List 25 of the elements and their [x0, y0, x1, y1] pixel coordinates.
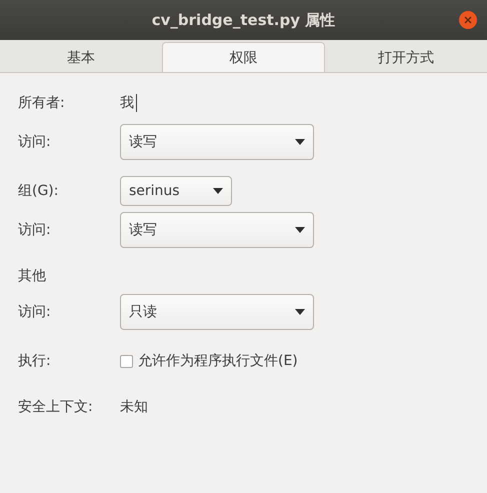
- dropdown[interactable]: 读写: [120, 212, 314, 248]
- caret-icon: [295, 227, 305, 233]
- field-label: 所有者:: [18, 94, 66, 112]
- field-label: 访问:: [18, 221, 52, 239]
- field-label: 组(G):: [18, 182, 60, 200]
- field-value: 未知: [120, 398, 149, 416]
- execute-checkbox[interactable]: 允许作为程序执行文件(E): [120, 352, 469, 370]
- caret-icon: [213, 188, 223, 194]
- field-label: 安全上下文:: [18, 398, 94, 416]
- window-title: cv_bridge_test.py 属性: [152, 10, 336, 30]
- dropdown[interactable]: 读写: [120, 124, 314, 160]
- tab[interactable]: 权限: [162, 42, 325, 72]
- dropdown[interactable]: serinus: [120, 176, 232, 206]
- close-icon[interactable]: [459, 11, 477, 29]
- tab[interactable]: 打开方式: [324, 42, 487, 72]
- text-cursor: [136, 94, 137, 112]
- field-label: 访问:: [18, 303, 52, 321]
- caret-icon: [295, 139, 305, 145]
- field-label: 访问:: [18, 133, 52, 151]
- owner-value: 我: [120, 94, 469, 112]
- caret-icon: [295, 309, 305, 315]
- field-label: 执行:: [18, 352, 52, 370]
- section-heading: 其他: [18, 267, 47, 285]
- tab[interactable]: 基本: [0, 42, 162, 72]
- dropdown[interactable]: 只读: [120, 294, 314, 330]
